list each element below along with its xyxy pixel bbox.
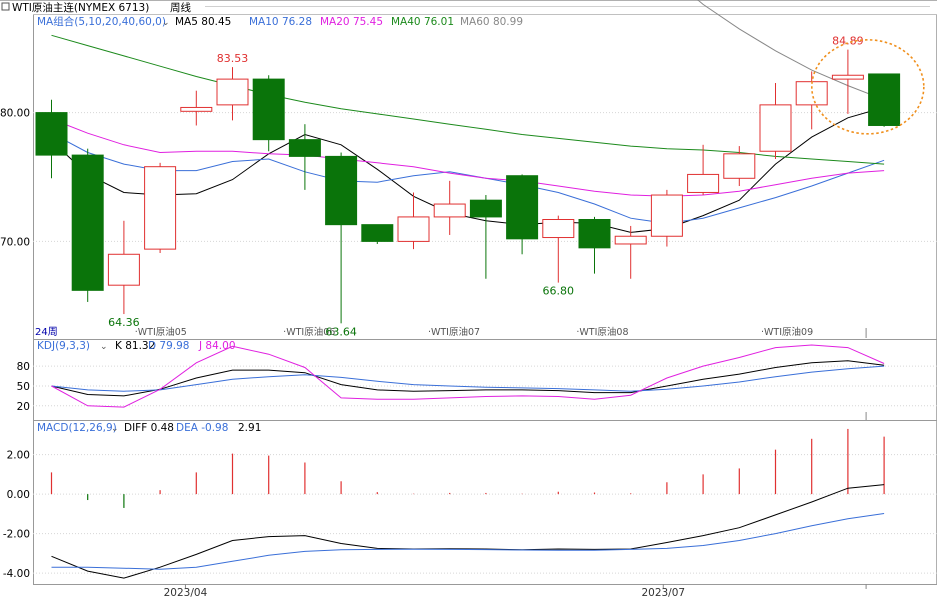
candle-body: [35, 112, 68, 156]
candle-body: [180, 106, 213, 112]
candle-down: [361, 224, 394, 244]
candle-body: [71, 154, 104, 291]
x-tick-label: 2023/04: [164, 587, 208, 599]
candle-body: [216, 78, 249, 106]
candle-body: [433, 203, 466, 218]
legend-value: MA40 76.01: [391, 16, 454, 28]
contract-marker: ·WTI原油05: [135, 326, 187, 338]
period-label[interactable]: 周线: [170, 1, 191, 14]
candle-body: [687, 173, 720, 193]
candle-down: [252, 75, 285, 152]
legend-value: DEA -0.98: [176, 422, 228, 434]
contract-marker: ·WTI原油09: [761, 326, 813, 338]
candle-up: [144, 162, 177, 253]
candle-down: [71, 148, 104, 302]
macd-tick-label: 0.00: [7, 489, 30, 501]
legend-value: MA10 76.28: [249, 16, 312, 28]
candle-body: [506, 175, 539, 240]
macd-legend: MACD(12,26,9) ⌄ DIFF 0.48 DEA -0.98 2.91: [37, 422, 261, 434]
candle-body: [144, 166, 177, 250]
stock-chart: WTI原油主连(NYMEX 6713) 周线 MA组合(5,10,20,40,6…: [0, 0, 937, 600]
kdj-legend: KDJ(9,3,3) ⌄ K 81.32D 79.98 J 84.00: [37, 340, 236, 352]
price-tick-label: 70.00: [0, 236, 30, 248]
candle-body: [614, 235, 647, 245]
kdj-tick-label: 20: [17, 401, 30, 413]
candle-body: [469, 199, 502, 218]
price-extreme-label: 63.64: [325, 325, 357, 338]
legend-value: DIFF 0.48: [124, 422, 174, 434]
chevron-down-icon[interactable]: ⌄: [162, 18, 170, 28]
ma-legend-label[interactable]: MA组合(5,10,20,40,60,0): [37, 15, 166, 28]
ma-legend: MA组合(5,10,20,40,60,0) ⌄ MA5 80.45 MA10 76…: [37, 15, 523, 28]
macd-tick-label: 2.00: [7, 450, 30, 462]
chevron-down-icon[interactable]: ⌄: [111, 424, 119, 434]
candle-body: [542, 219, 575, 239]
candle-body: [107, 253, 140, 286]
macd-tick-label: -2.00: [3, 529, 30, 541]
contract-marker: ·WTI原油08: [576, 326, 628, 338]
candle-body: [831, 74, 864, 80]
candle-body: [397, 216, 430, 242]
legend-value: MA60 80.99: [460, 16, 523, 28]
kdj-legend-label[interactable]: KDJ(9,3,3): [37, 340, 90, 352]
candle-body: [325, 155, 358, 226]
candle-body: [759, 104, 792, 152]
instrument-title: WTI原油主连(NYMEX 6713): [12, 1, 149, 14]
candle-down: [868, 73, 901, 127]
legend-value: MA20 75.45: [320, 16, 383, 28]
candle-body: [361, 224, 394, 242]
price-extreme-label: 84.89: [832, 35, 864, 48]
legend-value: J 84.00: [198, 340, 236, 352]
macd-tick-label: -4.00: [3, 568, 30, 580]
x-tick-label: 2023/07: [641, 587, 685, 599]
price-extreme-label: 83.53: [217, 52, 249, 65]
candle-body: [868, 73, 901, 126]
candle-body: [578, 219, 611, 249]
price-tick-label: 80.00: [0, 108, 30, 120]
candle-body: [723, 153, 756, 179]
contract-marker: ·WTI原油07: [428, 326, 480, 338]
kdj-tick-label: 50: [17, 381, 30, 393]
kdj-tick-label: 80: [17, 361, 30, 373]
chevron-down-icon[interactable]: ⌄: [100, 342, 108, 352]
candle-body: [650, 194, 683, 237]
legend-value: D 79.98: [148, 340, 189, 352]
legend-value: 2.91: [238, 422, 261, 434]
legend-value: MA5 80.45: [175, 16, 231, 28]
candle-body: [252, 78, 285, 141]
candle-body: [288, 139, 321, 157]
price-extreme-label: 64.36: [108, 316, 140, 329]
price-extreme-label: 66.80: [543, 285, 575, 298]
period-count-label: 24周: [35, 326, 58, 338]
macd-legend-label[interactable]: MACD(12,26,9): [37, 422, 117, 434]
